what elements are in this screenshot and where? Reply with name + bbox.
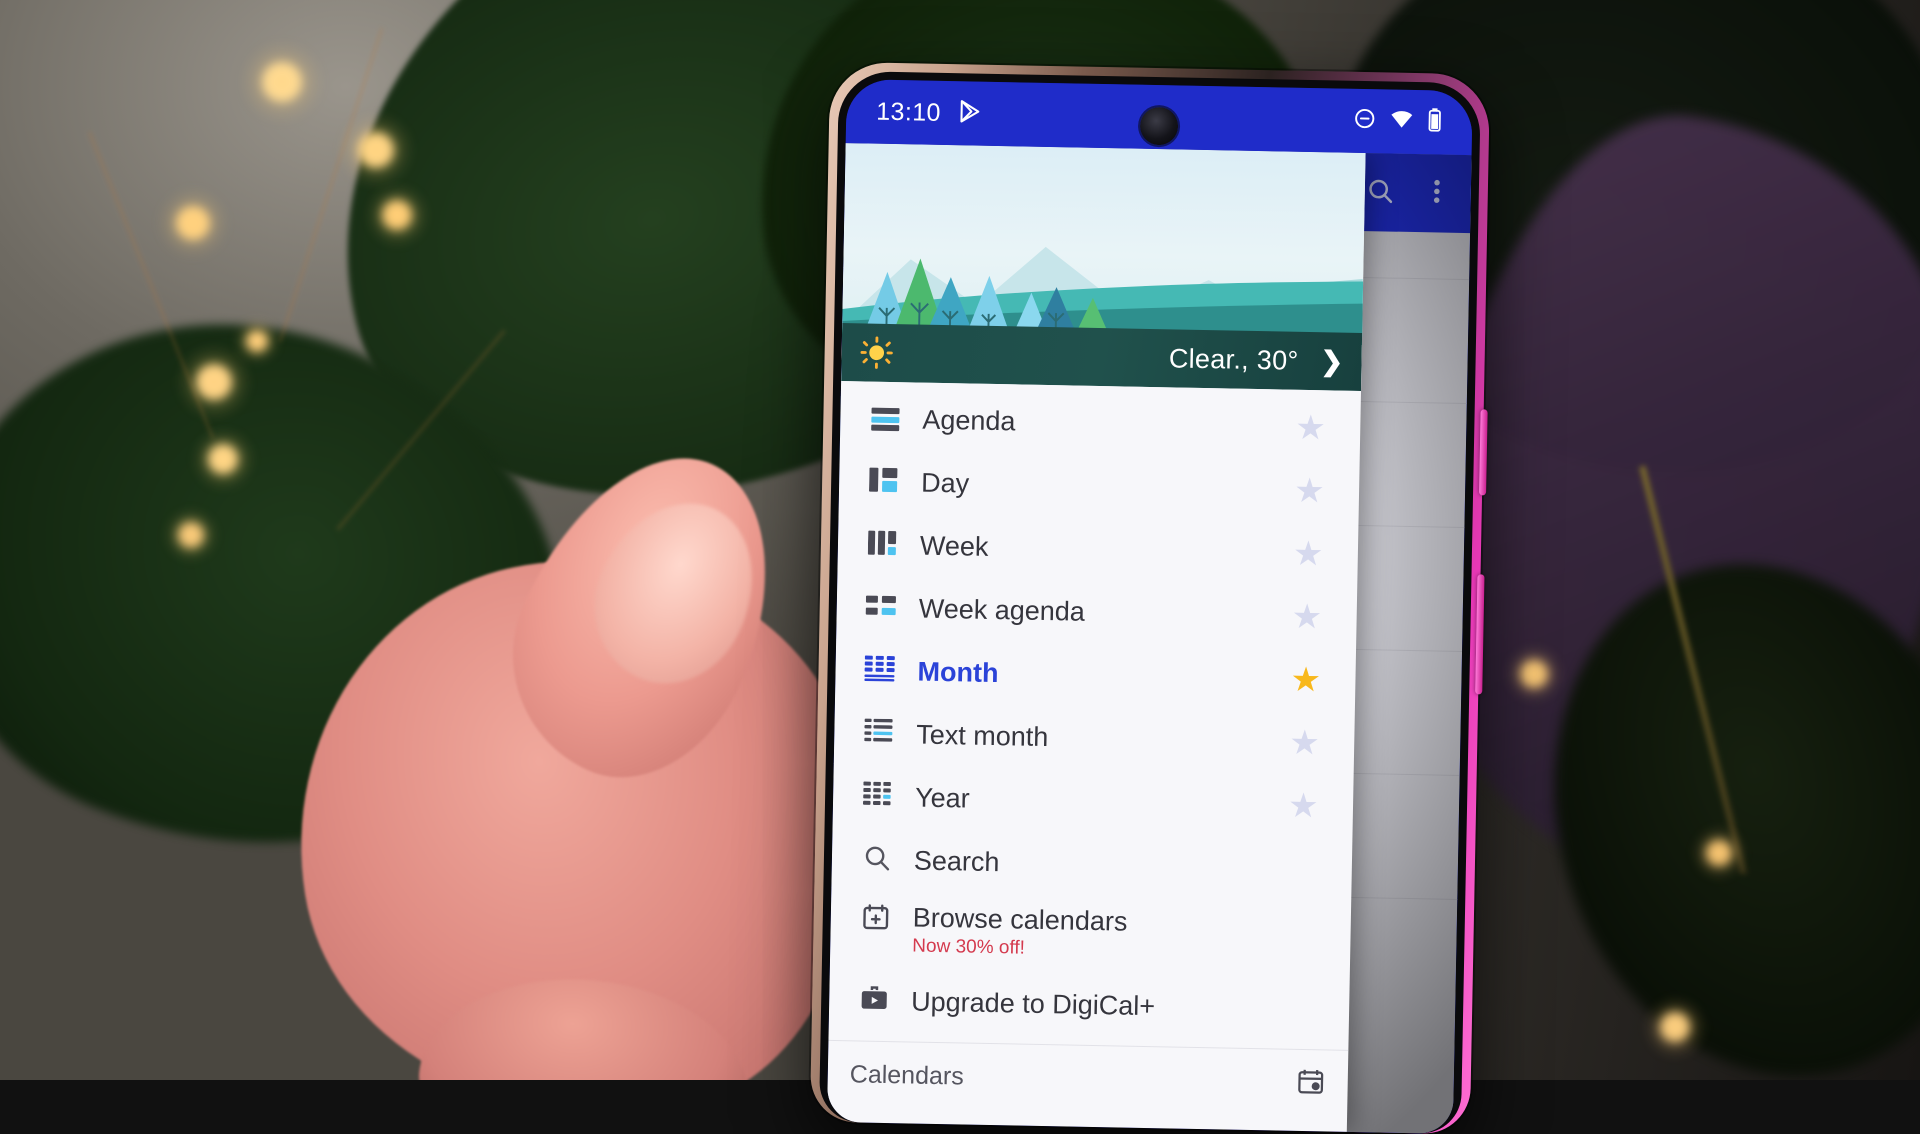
smartphone: SATSUN 128915162223293056 bbox=[810, 62, 1490, 1134]
add-calendar-icon bbox=[852, 901, 899, 937]
battery-icon bbox=[1427, 107, 1443, 137]
drawer-section-calendars: Calendars bbox=[827, 1041, 1348, 1117]
drawer-item-label: Day bbox=[921, 468, 970, 500]
text-month-view-icon bbox=[856, 718, 903, 750]
bokeh-light bbox=[262, 62, 302, 102]
drawer-item-search[interactable]: Search bbox=[831, 828, 1352, 901]
drawer-item-upgrade-to-digical-[interactable]: Upgrade to DigiCal+ bbox=[829, 969, 1350, 1042]
wifi-icon bbox=[1389, 107, 1415, 137]
bokeh-light bbox=[208, 444, 238, 474]
drawer-item-label: Week agenda bbox=[918, 594, 1085, 628]
drawer-item-month[interactable]: Month ★ bbox=[835, 639, 1356, 712]
drawer-item-agenda[interactable]: Agenda ★ bbox=[840, 387, 1361, 460]
section-title: Calendars bbox=[850, 1060, 964, 1091]
drawer-item-week-agenda[interactable]: Week agenda ★ bbox=[836, 576, 1357, 649]
bokeh-light bbox=[246, 330, 268, 352]
bokeh-light bbox=[1520, 660, 1548, 688]
overflow-menu-icon[interactable] bbox=[1432, 176, 1441, 211]
drawer-item-label: Agenda bbox=[922, 405, 1016, 438]
bokeh-light bbox=[1706, 840, 1732, 866]
drawer-item-day[interactable]: Day ★ bbox=[839, 450, 1360, 523]
status-time: 13:10 bbox=[876, 97, 941, 127]
status-bar-right bbox=[1353, 106, 1443, 138]
day-view-icon bbox=[861, 465, 908, 499]
upgrade-briefcase-icon bbox=[851, 983, 898, 1019]
drawer-item-label: Search bbox=[914, 846, 1000, 879]
bokeh-light bbox=[196, 364, 232, 400]
drawer-item-sublabel: Now 30% off! bbox=[912, 936, 1127, 962]
favorite-star-icon[interactable]: ★ bbox=[1288, 788, 1319, 823]
favorite-star-icon[interactable]: ★ bbox=[1291, 599, 1322, 634]
drawer-header-illustration: Clear., 30° ❯ bbox=[841, 143, 1365, 391]
favorite-star-icon[interactable]: ★ bbox=[1289, 725, 1320, 760]
drawer-item-label: Week bbox=[920, 531, 989, 563]
drawer-item-label: Year bbox=[915, 783, 970, 815]
sun-icon bbox=[859, 335, 894, 370]
favorite-star-icon[interactable]: ★ bbox=[1295, 410, 1326, 445]
drawer-item-label: Browse calendars bbox=[913, 903, 1128, 938]
bokeh-light bbox=[176, 206, 210, 240]
search-icon bbox=[854, 842, 901, 878]
drawer-item-browse-calendars[interactable]: Browse calendarsNow 30% off! bbox=[830, 891, 1351, 979]
week-agenda-view-icon bbox=[858, 593, 905, 623]
weather-banner[interactable]: Clear., 30° ❯ bbox=[841, 323, 1362, 391]
weather-text: Clear., 30° bbox=[1169, 343, 1299, 376]
drawer-item-label: Upgrade to DigiCal+ bbox=[911, 986, 1155, 1022]
drawer-item-text-month[interactable]: Text month ★ bbox=[834, 702, 1355, 775]
calendar-settings-icon[interactable] bbox=[1295, 1065, 1326, 1101]
bokeh-light bbox=[1660, 1012, 1690, 1042]
year-view-icon bbox=[855, 781, 902, 813]
status-bar-left: 13:10 bbox=[876, 96, 983, 129]
phone-screen: SATSUN 128915162223293056 bbox=[827, 79, 1473, 1134]
favorite-star-icon[interactable]: ★ bbox=[1290, 662, 1321, 697]
bokeh-light bbox=[382, 200, 412, 230]
favorite-star-icon[interactable]: ★ bbox=[1293, 536, 1324, 571]
month-view-icon bbox=[857, 655, 904, 687]
navigation-drawer: Clear., 30° ❯ Agenda★Day★Week★Week agend… bbox=[827, 143, 1365, 1132]
drawer-item-year[interactable]: Year ★ bbox=[833, 765, 1354, 838]
drawer-item-label: Month bbox=[917, 657, 999, 690]
week-view-icon bbox=[860, 528, 907, 562]
drawer-item-week[interactable]: Week ★ bbox=[837, 513, 1358, 586]
drawer-item-label: Text month bbox=[916, 720, 1049, 754]
chevron-right-icon[interactable]: ❯ bbox=[1320, 346, 1343, 377]
play-store-icon bbox=[957, 98, 984, 129]
bokeh-light bbox=[178, 522, 204, 548]
drawer-menu-list: Agenda★Day★Week★Week agenda★Month★Text m… bbox=[827, 381, 1361, 1132]
favorite-star-icon[interactable]: ★ bbox=[1294, 473, 1325, 508]
agenda-view-icon bbox=[862, 407, 908, 431]
do-not-disturb-icon bbox=[1353, 107, 1377, 135]
bokeh-light bbox=[358, 132, 394, 168]
search-icon[interactable] bbox=[1364, 175, 1395, 211]
